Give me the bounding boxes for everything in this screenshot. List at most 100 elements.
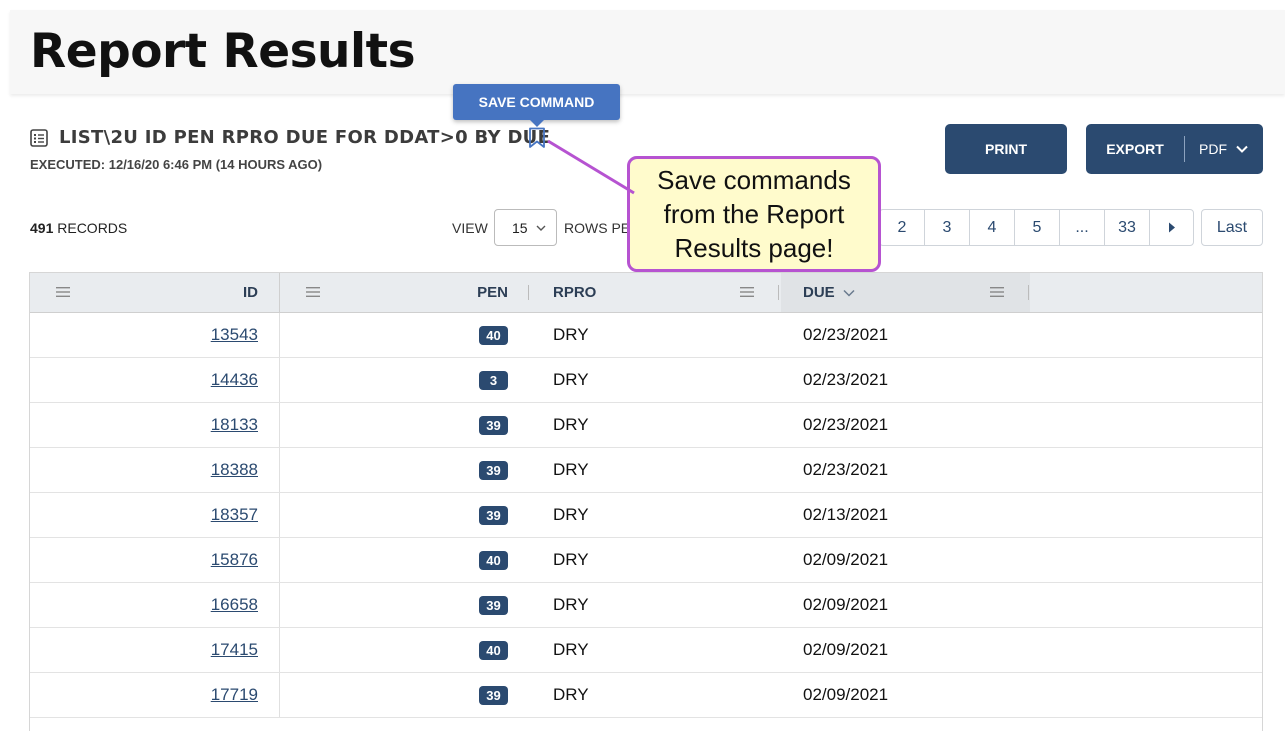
cell-rpro: DRY <box>553 370 589 389</box>
record-id-link[interactable]: 15876 <box>211 550 258 570</box>
page-button[interactable]: 33 <box>1104 210 1149 245</box>
page-ellipsis[interactable]: ... <box>1059 210 1104 245</box>
export-label[interactable]: EXPORT <box>1086 141 1184 157</box>
cell-rpro: DRY <box>553 460 589 479</box>
records-label: RECORDS <box>57 220 128 236</box>
executed-timestamp: EXECUTED: 12/16/20 6:46 PM (14 HOURS AGO… <box>30 157 323 172</box>
cell-due: 02/23/2021 <box>803 415 889 434</box>
pen-badge: 40 <box>479 640 508 660</box>
table-row: 16658 39 DRY 02/09/2021 <box>30 583 1262 628</box>
record-id-link[interactable]: 18133 <box>211 415 258 435</box>
cell-due: 02/23/2021 <box>803 370 889 389</box>
record-id-link[interactable]: 18388 <box>211 460 258 480</box>
column-divider <box>528 285 529 300</box>
record-id-link[interactable]: 13543 <box>211 325 258 345</box>
cell-due: 02/23/2021 <box>803 325 889 344</box>
bookmark-icon[interactable] <box>528 127 546 149</box>
rows-per-page-value: 15 <box>512 219 528 236</box>
record-id-link[interactable]: 17719 <box>211 685 258 705</box>
view-label: VIEW <box>452 220 488 236</box>
column-menu-icon[interactable] <box>990 286 1004 298</box>
column-header-id[interactable]: ID <box>30 273 258 312</box>
pen-badge: 39 <box>479 685 508 705</box>
cell-due: 02/09/2021 <box>803 640 889 659</box>
column-header-due-label: DUE <box>803 284 835 301</box>
annotation-callout: Save commands from the Report Results pa… <box>627 156 881 272</box>
chevron-down-icon <box>1236 145 1248 153</box>
record-id-link[interactable]: 18357 <box>211 505 258 525</box>
page-button[interactable]: 5 <box>1014 210 1059 245</box>
cell-id: 15876 <box>30 538 258 582</box>
column-divider <box>778 285 779 300</box>
cell-pen: 3 <box>280 358 508 402</box>
pen-badge: 39 <box>479 460 508 480</box>
column-header-pen[interactable]: PEN <box>280 273 508 312</box>
results-table: ID PEN RPRO DUE 13543 40 DRY 02/23/2021 1443… <box>29 272 1263 731</box>
chevron-down-icon <box>536 225 546 231</box>
cell-id: 16658 <box>30 583 258 627</box>
cell-rpro: DRY <box>553 685 589 704</box>
command-row: LIST\2U ID PEN RPRO DUE FOR DDAT>0 BY DU… <box>30 127 550 148</box>
pen-badge: 40 <box>479 550 508 570</box>
page-title: Report Results <box>30 24 416 79</box>
cell-id: 13543 <box>30 313 258 357</box>
sort-descending-icon <box>843 289 855 297</box>
cell-pen: 39 <box>280 448 508 492</box>
cell-pen: 39 <box>280 403 508 447</box>
print-button[interactable]: PRINT <box>945 124 1067 174</box>
cell-id: 14436 <box>30 358 258 402</box>
cell-due: 02/23/2021 <box>803 460 889 479</box>
column-menu-icon[interactable] <box>740 286 754 298</box>
page-button[interactable]: 4 <box>969 210 1014 245</box>
pen-badge: 3 <box>479 370 508 390</box>
caret-right-icon <box>1168 222 1175 233</box>
pagination: 2 3 4 5 ... 33 <box>879 209 1194 246</box>
table-row: 15876 40 DRY 02/09/2021 <box>30 538 1262 583</box>
table-row: 18133 39 DRY 02/23/2021 <box>30 403 1262 448</box>
table-row: 18357 39 DRY 02/13/2021 <box>30 493 1262 538</box>
table-row: 18388 39 DRY 02/23/2021 <box>30 448 1262 493</box>
save-command-tooltip: SAVE COMMAND <box>453 84 620 127</box>
cell-pen: 40 <box>280 538 508 582</box>
cell-pen: 39 <box>280 673 508 717</box>
cell-due: 02/09/2021 <box>803 595 889 614</box>
pen-badge: 39 <box>479 505 508 525</box>
table-header: ID PEN RPRO DUE <box>30 273 1262 313</box>
cell-pen: 40 <box>280 628 508 672</box>
cell-rpro: DRY <box>553 325 589 344</box>
cell-rpro: DRY <box>553 595 589 614</box>
cell-rpro: DRY <box>553 640 589 659</box>
pen-badge: 39 <box>479 415 508 435</box>
record-id-link[interactable]: 16658 <box>211 595 258 615</box>
rows-per-page-select[interactable]: 15 <box>494 209 557 246</box>
table-row: 17415 40 DRY 02/09/2021 <box>30 628 1262 673</box>
record-id-link[interactable]: 17415 <box>211 640 258 660</box>
records-number: 491 <box>30 220 54 236</box>
cell-id: 18133 <box>30 403 258 447</box>
rows-per-page-label: ROWS PER PAGE <box>564 220 634 236</box>
last-page-button[interactable]: Last <box>1201 209 1263 246</box>
cell-due: 02/13/2021 <box>803 505 889 524</box>
table-row: 13543 40 DRY 02/23/2021 <box>30 313 1262 358</box>
export-format-dropdown[interactable]: PDF <box>1185 141 1248 157</box>
cell-due: 02/09/2021 <box>803 685 889 704</box>
cell-rpro: DRY <box>553 550 589 569</box>
cell-id: 18357 <box>30 493 258 537</box>
pen-badge: 39 <box>479 595 508 615</box>
page-button[interactable]: 2 <box>880 210 924 245</box>
next-page-button[interactable] <box>1149 210 1193 245</box>
page-button[interactable]: 3 <box>924 210 969 245</box>
list-icon <box>30 128 48 147</box>
cell-id: 18388 <box>30 448 258 492</box>
table-row: 17719 39 DRY 02/09/2021 <box>30 673 1262 718</box>
export-button[interactable]: EXPORT PDF <box>1086 124 1263 174</box>
cell-id: 17415 <box>30 628 258 672</box>
command-text: LIST\2U ID PEN RPRO DUE FOR DDAT>0 BY DU… <box>59 127 551 148</box>
column-divider <box>1028 285 1029 300</box>
table-body: 13543 40 DRY 02/23/2021 14436 3 DRY 02/23/2021 1… <box>30 313 1262 718</box>
record-id-link[interactable]: 14436 <box>211 370 258 390</box>
cell-pen: 40 <box>280 313 508 357</box>
records-count: 491 RECORDS <box>30 220 127 236</box>
column-header-rpro[interactable]: RPRO <box>553 273 596 312</box>
column-header-due[interactable]: DUE <box>803 273 855 312</box>
